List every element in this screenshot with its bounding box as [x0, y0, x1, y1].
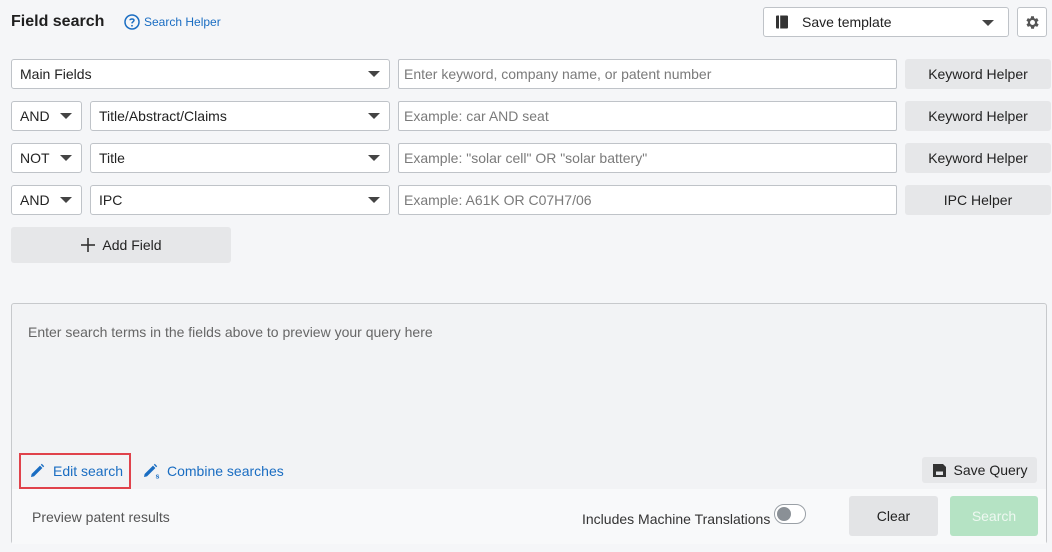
add-field-button[interactable]: Add Field [11, 227, 231, 263]
machine-translations-toggle[interactable] [774, 504, 806, 524]
save-disk-icon [932, 463, 947, 478]
machine-translations-label: Includes Machine Translations [582, 511, 770, 527]
field-select-row3[interactable]: Title [90, 143, 390, 173]
settings-button[interactable] [1017, 7, 1047, 37]
search-button[interactable]: Search [950, 496, 1038, 536]
chevron-down-icon [60, 197, 72, 203]
operator-select-row3[interactable]: NOT [11, 143, 82, 173]
field-select-label: Main Fields [20, 66, 92, 82]
field-select-label: Title [99, 150, 125, 166]
combine-searches-label: Combine searches [167, 463, 284, 479]
pencil-icon [29, 463, 45, 479]
ipc-helper-button[interactable]: IPC Helper [905, 185, 1051, 215]
save-template-label: Save template [802, 14, 892, 30]
chevron-down-icon [368, 71, 380, 77]
field-select-row1[interactable]: Main Fields [11, 59, 390, 89]
edit-search-button[interactable]: Edit search [19, 453, 131, 489]
book-icon [775, 15, 789, 29]
ipc-input-row4[interactable] [398, 185, 897, 215]
keyword-helper-button[interactable]: Keyword Helper [905, 59, 1051, 89]
keyword-helper-button[interactable]: Keyword Helper [905, 101, 1051, 131]
field-select-row4[interactable]: IPC [90, 185, 390, 215]
operator-label: AND [20, 192, 50, 208]
edit-search-label: Edit search [53, 463, 123, 479]
plus-icon [80, 237, 96, 253]
field-select-label: IPC [99, 192, 122, 208]
page-title: Field search [11, 13, 104, 31]
keyword-input-row2[interactable] [398, 101, 897, 131]
keyword-input-row1[interactable] [398, 59, 897, 89]
query-preview-panel: Enter search terms in the fields above t… [11, 303, 1047, 544]
query-preview-placeholder: Enter search terms in the fields above t… [28, 324, 433, 340]
operator-select-row4[interactable]: AND [11, 185, 82, 215]
chevron-down-icon [368, 155, 380, 161]
keyword-input-row3[interactable] [398, 143, 897, 173]
save-query-label: Save Query [954, 462, 1028, 478]
chevron-down-icon [60, 155, 72, 161]
keyword-helper-button[interactable]: Keyword Helper [905, 143, 1051, 173]
combine-pencil-icon: s [143, 463, 161, 479]
search-helper-link[interactable]: Search Helper [124, 14, 221, 30]
preview-footer: Preview patent results Includes Machine … [12, 489, 1046, 544]
gear-icon [1024, 14, 1041, 31]
search-helper-label: Search Helper [144, 15, 221, 29]
operator-select-row2[interactable]: AND [11, 101, 82, 131]
clear-button[interactable]: Clear [849, 496, 938, 536]
toggle-knob [777, 507, 791, 521]
combine-searches-button[interactable]: s Combine searches [143, 463, 284, 479]
preview-results-label: Preview patent results [32, 509, 170, 525]
svg-text:s: s [156, 474, 160, 480]
save-template-select[interactable]: Save template [763, 7, 1009, 37]
chevron-down-icon [982, 20, 994, 26]
operator-label: NOT [20, 150, 50, 166]
field-select-row2[interactable]: Title/Abstract/Claims [90, 101, 390, 131]
help-circle-icon [124, 14, 140, 30]
field-select-label: Title/Abstract/Claims [99, 108, 227, 124]
operator-label: AND [20, 108, 50, 124]
add-field-label: Add Field [102, 237, 161, 253]
chevron-down-icon [60, 113, 72, 119]
save-query-button[interactable]: Save Query [922, 457, 1037, 483]
chevron-down-icon [368, 197, 380, 203]
chevron-down-icon [368, 113, 380, 119]
